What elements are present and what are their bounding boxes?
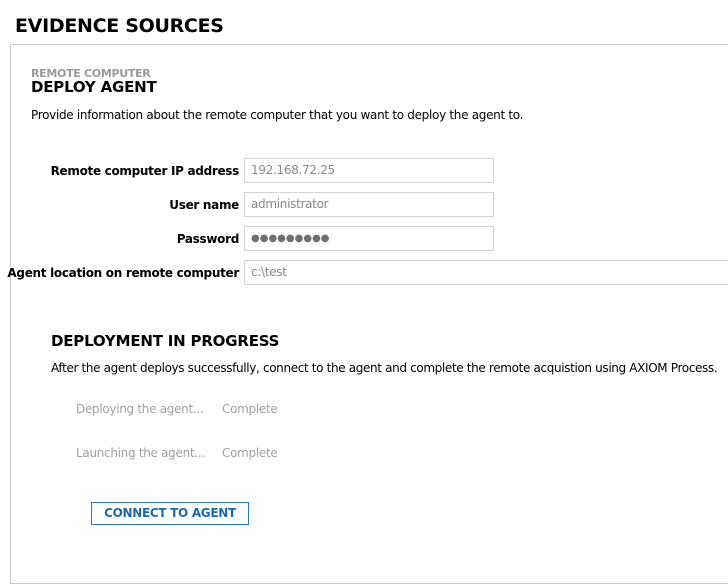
username-input[interactable]: administrator xyxy=(244,192,494,217)
step-deploying-status: Complete xyxy=(222,402,278,416)
progress-description: After the agent deploys successfully, co… xyxy=(51,361,718,375)
section-title: DEPLOY AGENT xyxy=(31,78,157,96)
password-input[interactable]: ●●●●●●●●● xyxy=(244,226,494,251)
section-description: Provide information about the remote com… xyxy=(31,108,524,122)
step-deploying-label: Deploying the agent... xyxy=(76,402,204,416)
agent-location-label: Agent location on remote computer xyxy=(7,266,239,280)
ip-address-label: Remote computer IP address xyxy=(50,164,240,178)
step-launching-status: Complete xyxy=(222,446,278,460)
step-launching-label: Launching the agent... xyxy=(76,446,205,460)
progress-title: DEPLOYMENT IN PROGRESS xyxy=(51,332,280,350)
agent-location-input[interactable]: c:\test xyxy=(244,260,728,285)
connect-to-agent-button[interactable]: CONNECT TO AGENT xyxy=(91,502,249,525)
ip-address-input[interactable]: 192.168.72.25 xyxy=(244,158,494,183)
page-title: EVIDENCE SOURCES xyxy=(15,15,224,37)
username-label: User name xyxy=(169,198,239,212)
password-label: Password xyxy=(176,232,240,246)
